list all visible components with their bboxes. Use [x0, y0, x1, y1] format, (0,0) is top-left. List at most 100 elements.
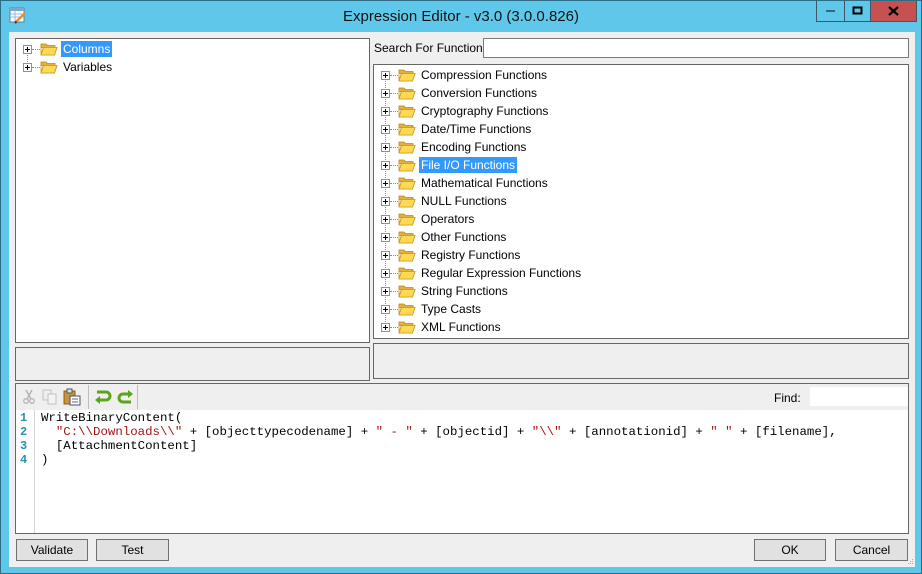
expand-icon[interactable] — [381, 304, 390, 314]
code-token: + [filename], — [732, 425, 837, 439]
function-category[interactable]: Type Casts — [381, 300, 483, 318]
expand-icon[interactable] — [381, 88, 390, 98]
function-category[interactable]: Compression Functions — [381, 66, 549, 84]
function-category-label: Compression Functions — [421, 68, 548, 82]
undo-icon — [95, 390, 112, 404]
folder-icon — [398, 176, 416, 190]
undo-button[interactable] — [94, 388, 112, 406]
tree-dots — [390, 110, 398, 112]
expand-icon[interactable] — [381, 124, 390, 134]
folder-icon — [398, 320, 416, 334]
expand-icon[interactable] — [381, 250, 390, 260]
expand-icon[interactable] — [381, 142, 390, 152]
function-category-label: String Functions — [421, 284, 508, 298]
tree-dots — [390, 254, 398, 256]
ok-button[interactable]: OK — [754, 539, 826, 561]
expand-icon[interactable] — [381, 286, 390, 296]
function-category[interactable]: Encoding Functions — [381, 138, 528, 156]
function-category[interactable]: File I/O Functions — [381, 156, 518, 174]
expand-icon[interactable] — [381, 70, 390, 80]
folder-icon — [398, 104, 416, 118]
expand-icon[interactable] — [381, 214, 390, 224]
tree-dots — [390, 128, 398, 130]
tree-dots — [390, 182, 398, 184]
code-line: ) — [41, 453, 48, 467]
tree-dots — [390, 218, 398, 220]
string-literal: "\\" — [531, 425, 562, 439]
function-category[interactable]: Other Functions — [381, 228, 508, 246]
cut-button[interactable] — [20, 388, 38, 406]
function-category[interactable]: Date/Time Functions — [381, 120, 533, 138]
expand-icon[interactable] — [381, 268, 390, 278]
close-button[interactable] — [870, 1, 917, 22]
maximize-icon — [852, 6, 862, 15]
cancel-button[interactable]: Cancel — [835, 539, 908, 561]
cut-icon — [23, 389, 35, 404]
search-function-input[interactable] — [483, 38, 909, 58]
maximize-button[interactable] — [844, 1, 871, 22]
function-category[interactable]: Regular Expression Functions — [381, 264, 583, 282]
expand-icon[interactable] — [23, 44, 32, 54]
tree-dots — [32, 48, 40, 50]
expand-icon[interactable] — [381, 160, 390, 170]
expand-icon[interactable] — [381, 232, 390, 242]
resize-grip-icon[interactable] — [907, 558, 915, 566]
string-literal: " " — [710, 425, 733, 439]
folder-icon — [398, 266, 416, 280]
tree-dots — [390, 290, 398, 292]
function-category-label: Registry Functions — [421, 248, 521, 262]
validate-button[interactable]: Validate — [16, 539, 88, 561]
tree-dots — [390, 272, 398, 274]
redo-icon — [117, 390, 133, 404]
folder-icon — [398, 68, 416, 82]
code-area[interactable]: WriteBinaryContent( "C:\\Downloads\\" + … — [16, 410, 908, 533]
tree-dots — [390, 236, 398, 238]
copy-button[interactable] — [41, 388, 59, 406]
tree-dots — [32, 66, 40, 68]
tree-dots — [390, 200, 398, 202]
function-description-panel — [373, 343, 909, 379]
function-category-label: Conversion Functions — [421, 86, 538, 100]
editor-toolbar: Find: — [16, 384, 908, 410]
folder-icon — [398, 158, 416, 172]
expand-icon[interactable] — [381, 178, 390, 188]
search-label: Search For Function: — [374, 41, 487, 55]
code-token: ) — [41, 453, 49, 467]
tree-dots — [390, 92, 398, 94]
function-category-label: Cryptography Functions — [421, 104, 549, 118]
copy-icon — [42, 389, 57, 405]
paste-icon — [63, 388, 81, 406]
expand-icon[interactable] — [23, 62, 32, 72]
title-bar[interactable]: Expression Editor - v3.0 (3.0.0.826) — [1, 1, 921, 32]
string-literal: "C:\\Downloads\\" — [55, 425, 183, 439]
tree-item-columns[interactable]: Columns — [23, 40, 113, 58]
folder-icon — [40, 60, 58, 74]
find-input[interactable] — [810, 387, 908, 406]
function-category[interactable]: Conversion Functions — [381, 84, 539, 102]
function-tree[interactable]: Compression Functions Conversion Function… — [373, 64, 909, 339]
tree-item-variables[interactable]: Variables — [23, 58, 114, 76]
function-category[interactable]: NULL Functions — [381, 192, 509, 210]
function-category[interactable]: Cryptography Functions — [381, 102, 550, 120]
find-label: Find: — [774, 391, 801, 405]
function-category-label: Date/Time Functions — [421, 122, 532, 136]
function-category[interactable]: Mathematical Functions — [381, 174, 550, 192]
function-category[interactable]: Operators — [381, 210, 476, 228]
folder-icon — [398, 212, 416, 226]
function-category[interactable]: String Functions — [381, 282, 510, 300]
code-token: WriteBinaryContent( — [41, 411, 183, 425]
folder-icon — [40, 42, 58, 56]
code-token: + [objectid] + — [412, 425, 532, 439]
expand-icon[interactable] — [381, 196, 390, 206]
test-button[interactable]: Test — [96, 539, 169, 561]
column-description-panel — [15, 347, 370, 381]
minimize-button[interactable] — [816, 1, 845, 22]
expand-icon[interactable] — [381, 106, 390, 116]
function-category[interactable]: XML Functions — [381, 318, 503, 336]
expression-editor[interactable]: Find: 1 2 3 4 WriteBinaryContent( "C:\\D… — [15, 383, 909, 534]
expand-icon[interactable] — [381, 322, 390, 332]
function-category[interactable]: Registry Functions — [381, 246, 522, 264]
redo-button[interactable] — [116, 388, 134, 406]
paste-button[interactable] — [63, 388, 81, 406]
columns-variables-tree[interactable]: Columns Variables — [15, 38, 370, 343]
